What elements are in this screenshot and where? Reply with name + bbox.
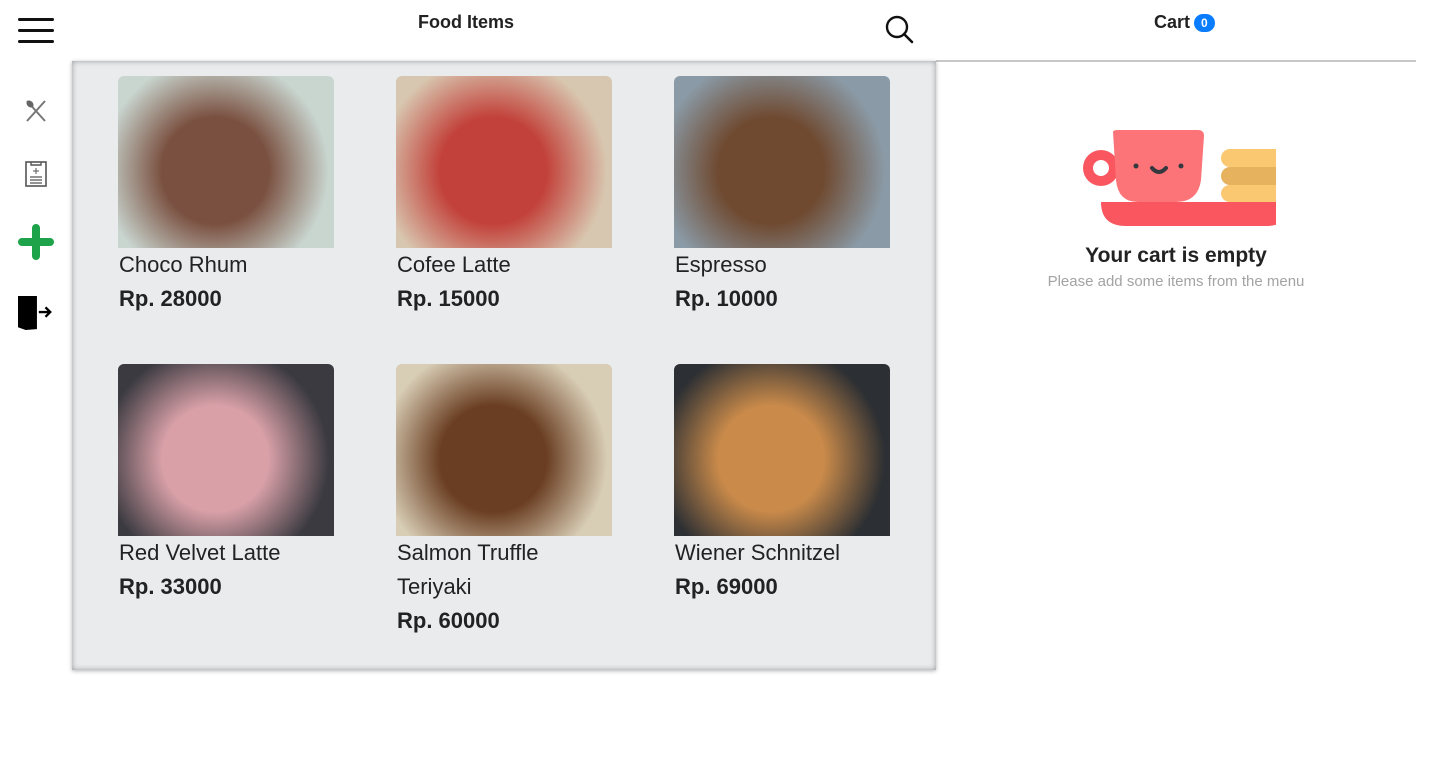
food-item-image bbox=[674, 364, 890, 536]
utensils-icon bbox=[26, 100, 46, 122]
sidebar-item-logout[interactable] bbox=[18, 294, 54, 332]
cart-divider bbox=[936, 60, 1416, 62]
food-item-name: Salmon Truffle Teriyaki bbox=[397, 540, 539, 599]
food-item-card[interactable]: Red Velvet Latte Rp. 33000 bbox=[118, 364, 334, 604]
search-icon bbox=[885, 15, 914, 44]
food-item-name: Red Velvet Latte bbox=[119, 540, 281, 565]
menu-toggle-button[interactable] bbox=[18, 18, 54, 44]
food-item-price: Rp. 15000 bbox=[397, 286, 500, 311]
clipboard-icon bbox=[25, 161, 47, 187]
food-item-name: Choco Rhum bbox=[119, 252, 248, 277]
food-item-image bbox=[396, 76, 612, 248]
cart-count-badge: 0 bbox=[1194, 13, 1215, 32]
food-item-card[interactable]: Choco Rhum Rp. 28000 bbox=[118, 76, 334, 316]
empty-cart-title: Your cart is empty bbox=[1085, 244, 1267, 267]
sidebar-item-orders[interactable] bbox=[18, 160, 54, 187]
food-item-price: Rp. 28000 bbox=[119, 286, 222, 311]
search-button[interactable] bbox=[884, 14, 914, 49]
food-item-card[interactable]: Wiener Schnitzel Rp. 69000 bbox=[674, 364, 890, 604]
sidebar-item-add[interactable] bbox=[18, 224, 54, 260]
food-item-price: Rp. 69000 bbox=[675, 574, 778, 599]
food-item-card[interactable]: Cofee Latte Rp. 15000 bbox=[396, 76, 612, 316]
cart-label: Cart bbox=[1154, 12, 1191, 32]
logout-icon bbox=[18, 295, 52, 331]
food-item-price: Rp. 33000 bbox=[119, 574, 222, 599]
food-item-price: Rp. 10000 bbox=[675, 286, 778, 311]
food-item-card[interactable]: Salmon Truffle Teriyaki Rp. 60000 bbox=[396, 364, 612, 638]
food-item-price: Rp. 60000 bbox=[397, 608, 500, 633]
food-item-name: Espresso bbox=[675, 252, 767, 277]
plus-icon bbox=[18, 224, 54, 260]
page-title: Food Items bbox=[418, 12, 515, 32]
food-item-image bbox=[118, 76, 334, 248]
cart-header[interactable]: Cart 0 bbox=[1154, 12, 1215, 33]
food-item-image bbox=[396, 364, 612, 536]
food-item-name: Cofee Latte bbox=[397, 252, 511, 277]
empty-cart-illustration bbox=[1083, 130, 1276, 226]
sidebar-item-menu[interactable] bbox=[18, 98, 54, 124]
food-item-name: Wiener Schnitzel bbox=[675, 540, 841, 565]
empty-cart: Your cart is empty Please add some items… bbox=[936, 120, 1416, 290]
food-item-image bbox=[118, 364, 334, 536]
food-item-image bbox=[674, 76, 890, 248]
empty-cart-subtitle: Please add some items from the menu bbox=[1047, 273, 1305, 290]
food-item-card[interactable]: Espresso Rp. 10000 bbox=[674, 76, 890, 316]
